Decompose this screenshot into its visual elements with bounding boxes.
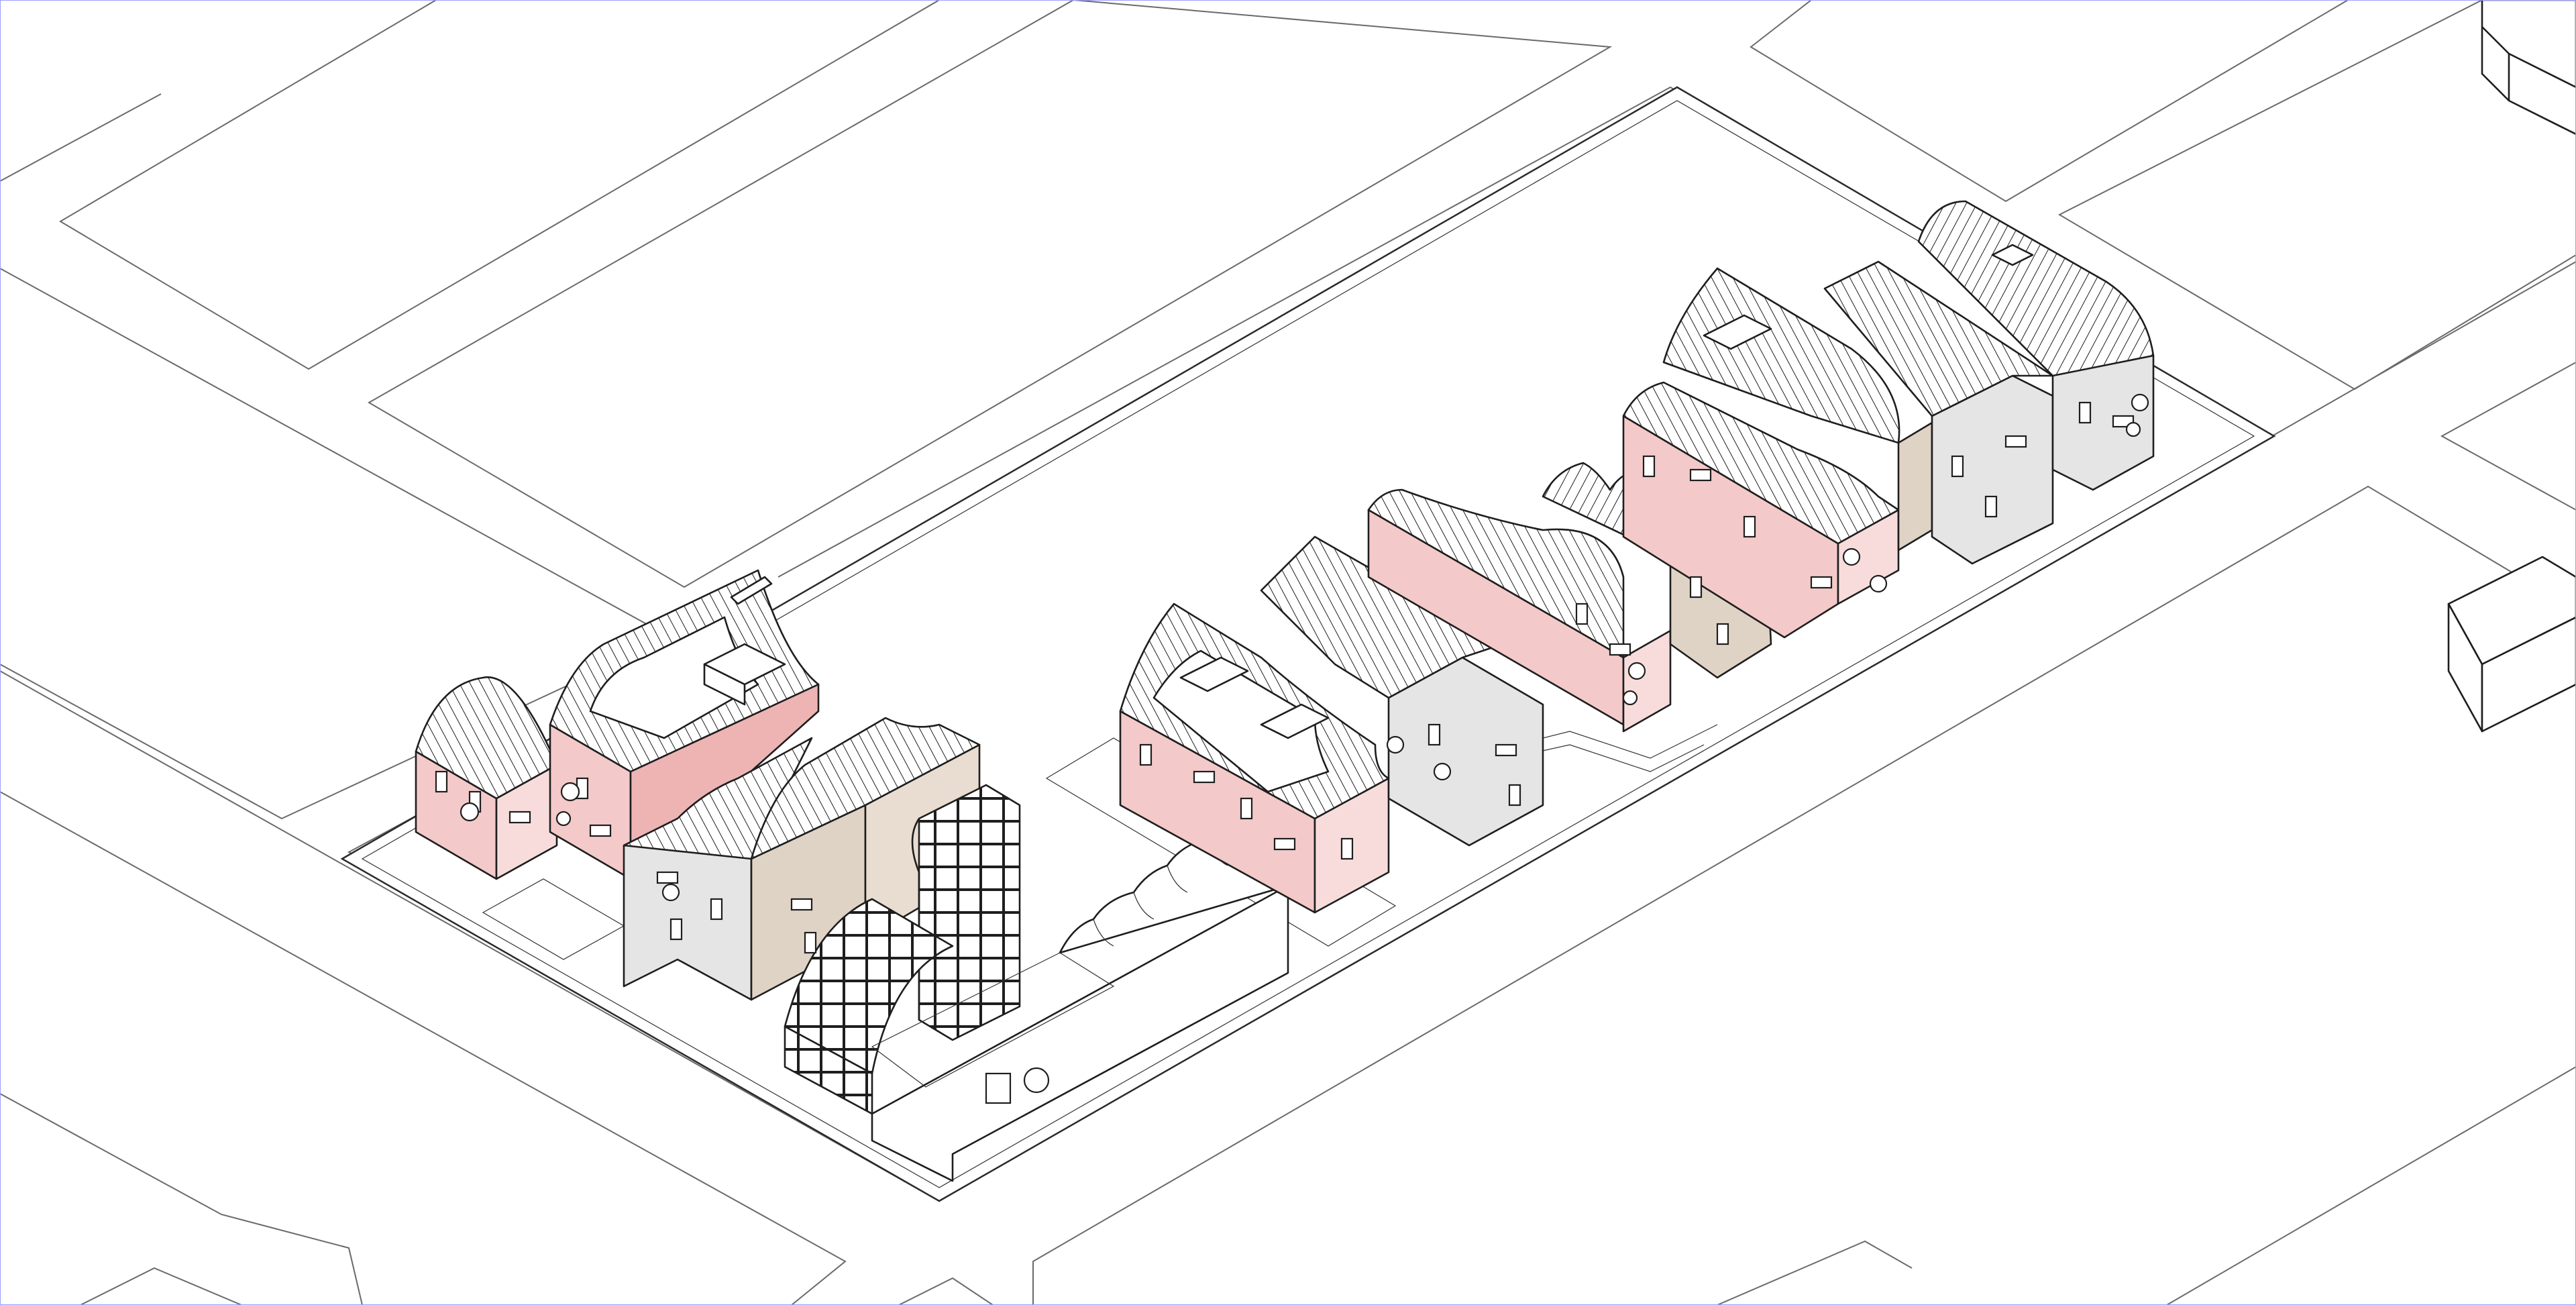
- window-opening: [2078, 401, 2092, 424]
- block-northeast: [1750, 0, 2349, 203]
- site-axonometric-drawing: [0, 0, 2576, 1305]
- round-window: [460, 802, 480, 822]
- window-opening: [1340, 837, 1354, 860]
- window-opening: [1951, 455, 1964, 478]
- window-opening: [2004, 435, 2027, 448]
- window-opening: [1642, 455, 1656, 478]
- round-window: [1622, 690, 1638, 706]
- window-opening: [589, 824, 612, 837]
- neighbor-building-right: [2447, 556, 2576, 733]
- window-opening: [435, 770, 448, 793]
- window-opening: [1575, 603, 1589, 625]
- window-opening: [1689, 576, 1703, 598]
- annex-window: [985, 1072, 1012, 1104]
- glass-tower-front: [918, 784, 1021, 1041]
- window-opening: [1193, 770, 1216, 784]
- round-window: [2131, 393, 2149, 412]
- window-opening: [1984, 495, 1998, 518]
- window-opening: [669, 918, 683, 941]
- window-opening: [1240, 797, 1253, 820]
- east-tall-side: [1897, 421, 1933, 552]
- window-opening: [1508, 784, 1521, 806]
- window-opening: [1609, 643, 1631, 656]
- round-window: [1386, 735, 1405, 754]
- window-opening: [1689, 468, 1712, 482]
- round-window: [1869, 574, 1888, 593]
- window-opening: [1428, 723, 1441, 746]
- window-opening: [1139, 743, 1152, 766]
- round-window: [2125, 421, 2141, 437]
- round-window: [661, 883, 680, 902]
- round-window: [560, 782, 580, 802]
- window-opening: [1495, 743, 1517, 757]
- street-line-4: [0, 1093, 363, 1305]
- round-window: [555, 811, 572, 827]
- round-window: [1433, 762, 1452, 781]
- neighbor-building-top-right: [2481, 0, 2576, 136]
- round-window: [1627, 662, 1646, 680]
- window-opening: [1810, 576, 1833, 589]
- street-line-5: [1717, 1240, 1913, 1305]
- annex-round-window: [1023, 1067, 1050, 1094]
- window-opening: [656, 871, 679, 884]
- axonometric-svg: [0, 0, 2576, 1305]
- window-opening: [790, 898, 813, 911]
- window-opening: [710, 898, 723, 921]
- block-far-east: [2440, 361, 2576, 511]
- window-opening: [1273, 837, 1296, 851]
- window-opening: [508, 811, 531, 824]
- block-northwest: [59, 0, 941, 370]
- street-line-1: [0, 93, 162, 182]
- round-window: [1842, 547, 1861, 566]
- window-opening: [804, 931, 817, 954]
- street-line-6: [80, 1267, 242, 1305]
- window-opening: [1716, 623, 1729, 645]
- street-line-7: [898, 1277, 994, 1305]
- window-opening: [1743, 515, 1756, 538]
